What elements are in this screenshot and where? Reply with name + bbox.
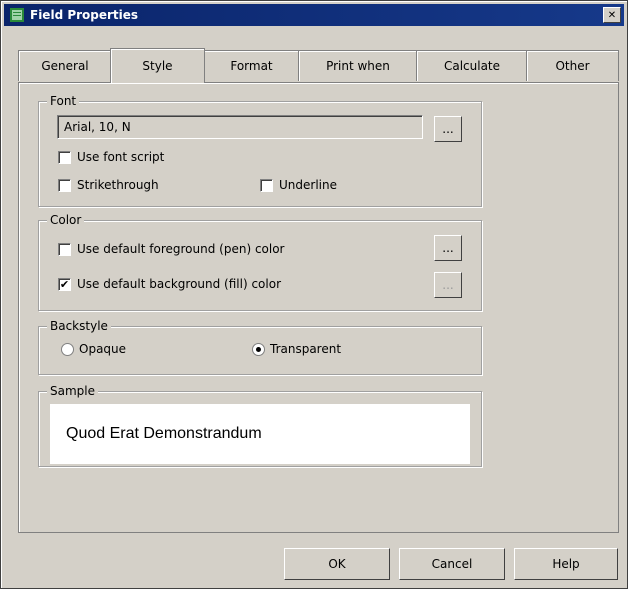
font-group-legend: Font	[47, 94, 80, 108]
tab-label: Format	[230, 59, 273, 73]
sample-group: Sample Quod Erat Demonstrandum	[38, 384, 482, 467]
radio-circle	[252, 342, 265, 356]
checkbox-box	[58, 242, 71, 256]
tab-style[interactable]: Style	[110, 48, 205, 83]
color-group-legend: Color	[47, 213, 85, 227]
sample-preview: Quod Erat Demonstrandum	[50, 404, 470, 464]
field-properties-dialog: Field Properties ✕ General Style Format …	[0, 0, 628, 589]
tab-bar: General Style Format Print when Calculat…	[18, 48, 619, 84]
underline-checkbox[interactable]: Underline	[260, 178, 337, 192]
ellipsis-icon: ...	[442, 241, 454, 255]
tab-general[interactable]: General	[18, 50, 112, 81]
ellipsis-icon: ...	[442, 278, 454, 292]
tab-other[interactable]: Other	[526, 50, 619, 81]
style-tab-panel: Font Arial, 10, N ... Use font script St…	[18, 82, 619, 533]
foreground-color-button[interactable]: ...	[434, 235, 462, 261]
use-font-script-label: Use font script	[77, 150, 165, 164]
color-group: Color Use default foreground (pen) color…	[38, 213, 482, 311]
help-button[interactable]: Help	[514, 548, 618, 580]
strikethrough-checkbox[interactable]: Strikethrough	[58, 178, 159, 192]
tab-label: General	[41, 59, 89, 73]
opaque-label: Opaque	[79, 342, 127, 356]
transparent-radio[interactable]: Transparent	[252, 342, 341, 356]
checkbox-box	[260, 178, 273, 192]
radio-dot-icon	[256, 346, 261, 352]
tab-label: Other	[555, 59, 590, 73]
cancel-button[interactable]: Cancel	[399, 548, 505, 580]
font-value: Arial, 10, N	[64, 120, 131, 134]
cancel-label: Cancel	[431, 557, 473, 571]
title-bar: Field Properties ✕	[4, 4, 624, 26]
transparent-label: Transparent	[270, 342, 342, 356]
underline-label: Underline	[279, 178, 337, 192]
checkbox-box	[58, 178, 71, 192]
strikethrough-label: Strikethrough	[77, 178, 159, 192]
tab-label: Calculate	[443, 59, 501, 73]
default-background-label: Use default background (fill) color	[77, 277, 282, 291]
font-group: Font Arial, 10, N ... Use font script St…	[38, 94, 482, 207]
default-foreground-checkbox[interactable]: Use default foreground (pen) color	[58, 242, 285, 256]
tab-calculate[interactable]: Calculate	[416, 50, 528, 81]
help-label: Help	[552, 557, 580, 571]
close-button[interactable]: ✕	[603, 7, 621, 23]
font-browse-button[interactable]: ...	[434, 116, 462, 142]
radio-circle	[61, 342, 74, 356]
tab-label: Style	[142, 59, 173, 73]
tab-label: Print when	[326, 59, 390, 73]
check-mark-icon: ✔	[58, 277, 71, 291]
sample-group-legend: Sample	[47, 384, 98, 398]
use-font-script-checkbox[interactable]: Use font script	[58, 150, 164, 164]
checkbox-box	[58, 150, 71, 164]
ok-label: OK	[328, 557, 346, 571]
app-icon	[10, 8, 24, 22]
tab-print-when[interactable]: Print when	[298, 50, 418, 81]
opaque-radio[interactable]: Opaque	[61, 342, 126, 356]
sample-text: Quod Erat Demonstrandum	[66, 425, 262, 442]
backstyle-group: Backstyle Opaque Transparent	[38, 319, 482, 375]
backstyle-group-legend: Backstyle	[47, 319, 111, 333]
close-icon: ✕	[607, 9, 617, 21]
background-color-button[interactable]: ...	[434, 272, 462, 298]
window-title: Field Properties	[30, 8, 139, 22]
tab-format[interactable]: Format	[203, 50, 300, 81]
default-background-checkbox[interactable]: ✔ Use default background (fill) color	[58, 277, 281, 291]
font-field[interactable]: Arial, 10, N	[57, 115, 423, 139]
ok-button[interactable]: OK	[284, 548, 390, 580]
ellipsis-icon: ...	[442, 122, 454, 136]
default-foreground-label: Use default foreground (pen) color	[77, 242, 285, 256]
